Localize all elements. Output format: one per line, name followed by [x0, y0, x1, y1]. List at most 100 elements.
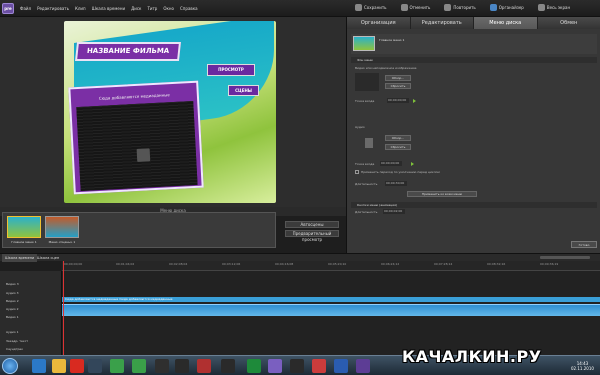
app-icon-5[interactable]: [247, 359, 261, 373]
toolbar: Сохранить Отменить Повторить Органайзер …: [355, 4, 570, 11]
done-button[interactable]: Готово: [571, 241, 597, 248]
undo-icon: [400, 4, 408, 11]
video-browse-button[interactable]: Обзор...: [385, 75, 411, 81]
menu-clip[interactable]: Клип: [75, 6, 86, 11]
media-drop-zone[interactable]: Сюда добавляются медиаданные: [68, 80, 204, 195]
section-menu-buttons[interactable]: Кнопки меню (анимация): [351, 202, 597, 208]
audio-label: Аудио: [355, 125, 365, 129]
app-icon-8[interactable]: [312, 359, 326, 373]
ruler-tick: 00;08;32;16: [487, 262, 506, 266]
menu-thumb-scenes[interactable]: [45, 216, 79, 238]
zoom-slider[interactable]: [540, 256, 590, 259]
ruler-tick: 00;07;28;14: [434, 262, 453, 266]
fullscreen-button[interactable]: Весь экран: [537, 4, 571, 11]
track-audio-2[interactable]: Аудио 2: [6, 307, 19, 311]
app-icon-3[interactable]: [197, 359, 211, 373]
button-duration-label: Длительность: [355, 210, 378, 214]
track-video-1[interactable]: Видео 1: [6, 315, 19, 319]
save-icon: [355, 4, 362, 11]
preview-disc-button[interactable]: Предварительный просмотр: [285, 230, 339, 242]
tab-edit[interactable]: Редактировать: [410, 17, 474, 29]
playhead[interactable]: [63, 261, 64, 355]
audio-in-point-label: Точка входа: [355, 162, 375, 166]
app-icon-6[interactable]: [268, 359, 282, 373]
track-narration[interactable]: Закадр. текст: [6, 339, 28, 343]
play-movie-button[interactable]: ПРОСМОТР: [207, 64, 255, 76]
menu-edit[interactable]: Редактировать: [37, 6, 69, 11]
apply-transition-checkbox[interactable]: [355, 170, 359, 174]
audio-clip[interactable]: [62, 304, 600, 316]
selected-menu-thumbnail: [353, 36, 375, 51]
ruler-tick: 00;02;08;04: [169, 262, 188, 266]
app-logo: pre: [2, 3, 14, 14]
audio-play-icon[interactable]: [411, 162, 414, 166]
organizer-label: Органайзер: [498, 5, 524, 10]
app-icon-7[interactable]: [290, 359, 304, 373]
redo-button[interactable]: Повторить: [444, 4, 476, 11]
fullscreen-icon: [537, 4, 545, 11]
track-audio-3[interactable]: Аудио 3: [6, 291, 19, 295]
menu-title[interactable]: Титр: [147, 6, 157, 11]
save-button[interactable]: Сохранить: [355, 4, 387, 11]
menu-disc[interactable]: Диск: [131, 6, 141, 11]
organizer-button[interactable]: Органайзер: [489, 4, 524, 11]
audio-in-point-field[interactable]: 00;00;00;00: [380, 161, 402, 166]
tab-sceneline[interactable]: Шкала сцен: [34, 254, 62, 262]
app-icon-4[interactable]: [221, 359, 235, 373]
video-in-point-field[interactable]: 00;00;00;00: [387, 98, 409, 103]
opera-icon[interactable]: [70, 359, 84, 373]
audio-reset-button[interactable]: Сбросить: [385, 144, 411, 150]
menu-file[interactable]: Файл: [20, 6, 31, 11]
selected-menu-name: Главное меню 1: [379, 38, 405, 42]
section-menu-background[interactable]: Фон меню: [351, 57, 597, 63]
track-soundtrack[interactable]: Саундтрек: [6, 347, 23, 351]
menu-thumb-main[interactable]: [7, 216, 41, 238]
tab-organize[interactable]: Организация: [347, 17, 411, 29]
app-icon-9[interactable]: [334, 359, 348, 373]
premiere-elements-icon[interactable]: [356, 359, 370, 373]
track-video-3[interactable]: Видео 3: [6, 282, 19, 286]
apply-transition-label: Применить переход по умолчанию перед цик…: [361, 170, 440, 174]
menu-timeline[interactable]: Шкала времени: [92, 6, 125, 11]
tab-disc-menus[interactable]: Меню диска: [474, 17, 538, 29]
video-play-icon[interactable]: [413, 99, 416, 103]
track-headers: Видео 3 Аудио 3 Видео 2 Аудио 2 Видео 1 …: [0, 271, 62, 355]
watermark: КАЧАЛКИН.РУ: [402, 347, 542, 366]
video-clip-label: Сюда добавляются медиаданные Сюда добавл…: [65, 297, 173, 301]
app-icon-2[interactable]: [175, 359, 189, 373]
time-ruler[interactable]: 00;00;00;00 00;01;04;02 00;02;08;04 00;0…: [62, 261, 600, 271]
track-video-2[interactable]: Видео 2: [6, 299, 19, 303]
menu-title-text[interactable]: НАЗВАНИЕ ФИЛЬМА: [75, 42, 181, 61]
app-icon[interactable]: [155, 359, 169, 373]
tab-timeline[interactable]: Шкала времени: [2, 254, 38, 262]
menu-window[interactable]: Окно: [163, 6, 174, 11]
apply-to-all-button[interactable]: Применить ко всем меню: [407, 191, 477, 197]
menu-bar: Файл Редактировать Клип Шкала времени Ди…: [20, 6, 198, 11]
duration-field[interactable]: 00;00;30;00: [385, 181, 407, 186]
ruler-tick: 00;04;16;08: [275, 262, 294, 266]
scenes-button[interactable]: СЦЕНЫ: [228, 85, 259, 96]
green-app-icon[interactable]: [110, 359, 124, 373]
timeline-tabs: Шкала времени Шкала сцен: [0, 253, 600, 262]
ie-icon[interactable]: [32, 359, 46, 373]
ruler-tick: 00;06;24;12: [381, 262, 400, 266]
video-reset-button[interactable]: Сбросить: [385, 83, 411, 89]
speaker-icon: [365, 138, 373, 148]
system-clock[interactable]: 14:43 02.11.2010: [571, 361, 594, 371]
organizer-icon: [489, 4, 497, 11]
media-icon[interactable]: [88, 359, 102, 373]
explorer-icon[interactable]: [52, 359, 66, 373]
fullscreen-label: Весь экран: [546, 5, 571, 10]
auto-scenes-button[interactable]: Автосцены: [285, 221, 339, 228]
button-duration-field[interactable]: 00;00;02;00: [383, 209, 405, 214]
video-thumbnail: [355, 73, 379, 91]
undo-button[interactable]: Отменить: [400, 4, 430, 11]
green-app-icon-2[interactable]: [132, 359, 146, 373]
menu-thumb-main-label: Главное меню 1: [11, 240, 37, 244]
menu-help[interactable]: Справка: [180, 6, 198, 11]
workspace-tabs: Организация Редактировать Меню диска Обм…: [347, 17, 600, 29]
track-audio-1[interactable]: Аудио 1: [6, 330, 19, 334]
audio-browse-button[interactable]: Обзор...: [385, 135, 411, 141]
start-button[interactable]: [2, 358, 18, 374]
tab-share[interactable]: Обмен: [537, 17, 600, 29]
